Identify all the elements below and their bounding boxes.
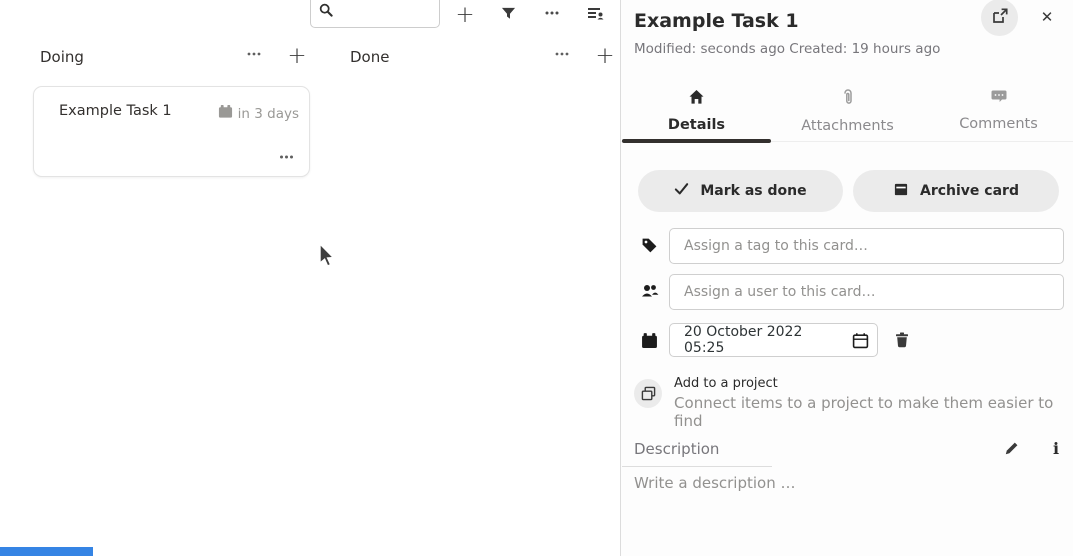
more-icon (554, 46, 570, 66)
due-date-value: 20 October 2022 05:25 (670, 324, 843, 356)
column-doing-add-card-button[interactable]: + (285, 44, 309, 68)
calendar-icon (218, 104, 233, 123)
card-due-date: in 3 days (218, 104, 299, 123)
search-input[interactable] (310, 0, 440, 28)
tab-label: Details (668, 117, 725, 133)
card-due-label: in 3 days (238, 106, 299, 122)
column-doing-more-button[interactable] (242, 44, 266, 68)
add-icon: + (455, 4, 474, 27)
panel-meta: Modified: seconds ago Created: 19 hours … (634, 41, 940, 57)
paperclip-icon (842, 89, 854, 110)
more-icon (246, 46, 262, 66)
card-more-button[interactable] (275, 148, 297, 166)
external-link-icon (992, 8, 1008, 28)
tab-label: Comments (959, 116, 1038, 132)
column-title-doing: Doing (40, 48, 84, 66)
open-calendar-button[interactable] (843, 324, 877, 356)
kanban-board: + Doing + Done + Example Task 1 (0, 0, 620, 556)
open-in-window-button[interactable] (981, 0, 1018, 36)
search-icon (319, 2, 333, 21)
add-to-project-subtitle: Connect items to a project to make them … (674, 394, 1073, 430)
description-label: Description (622, 440, 772, 467)
checkmark-icon (674, 182, 689, 200)
filter-icon (501, 6, 516, 25)
calendar-outline-icon (852, 332, 869, 349)
calendar-icon (641, 332, 658, 349)
remove-due-date-button[interactable] (889, 328, 915, 354)
add-icon: + (595, 45, 614, 68)
sort-by-user-button[interactable] (582, 2, 608, 28)
close-panel-button[interactable]: ✕ (1034, 4, 1060, 30)
description-info-button[interactable]: i (1045, 437, 1067, 459)
info-icon: i (1053, 439, 1059, 458)
column-done-more-button[interactable] (550, 44, 574, 68)
filter-button[interactable] (495, 2, 521, 28)
due-date-field[interactable]: 20 October 2022 05:25 (669, 323, 878, 357)
tag-icon (641, 237, 658, 254)
mouse-cursor (317, 242, 337, 274)
column-title-done: Done (350, 48, 389, 66)
description-placeholder: Write a description … (634, 474, 796, 492)
trash-icon (894, 331, 910, 352)
more-icon (278, 149, 295, 165)
home-icon (688, 89, 705, 109)
column-done-add-card-button[interactable]: + (593, 44, 617, 68)
card-detail-panel: Example Task 1 Modified: seconds ago Cre… (620, 0, 1073, 556)
comment-icon (991, 89, 1007, 108)
archive-icon (893, 182, 909, 201)
tab-attachments[interactable]: Attachments (772, 80, 923, 141)
card-title: Example Task 1 (59, 103, 172, 119)
panel-tabs: Details Attachments Comments (621, 80, 1073, 142)
add-board-item-button[interactable]: + (452, 2, 478, 28)
users-icon (641, 283, 658, 300)
more-icon (544, 5, 560, 25)
bottom-accent-bar (0, 547, 93, 556)
add-icon: + (287, 45, 306, 68)
archive-card-button[interactable]: Archive card (853, 170, 1059, 212)
project-icon (634, 379, 662, 408)
panel-title: Example Task 1 (634, 10, 799, 32)
assign-user-input[interactable] (669, 274, 1064, 310)
close-icon: ✕ (1041, 8, 1054, 26)
tab-comments[interactable]: Comments (923, 80, 1073, 141)
archive-card-label: Archive card (920, 183, 1019, 199)
search-input-field[interactable] (335, 1, 431, 27)
mark-as-done-button[interactable]: Mark as done (638, 170, 843, 212)
board-more-button[interactable] (539, 2, 565, 28)
task-card[interactable]: Example Task 1 in 3 days (33, 86, 310, 177)
add-to-project-row[interactable]: Add to a project Connect items to a proj… (634, 376, 1073, 430)
tab-details[interactable]: Details (621, 80, 772, 141)
edit-description-button[interactable] (1001, 437, 1023, 459)
mark-as-done-label: Mark as done (700, 183, 806, 199)
pencil-icon (1004, 440, 1020, 456)
tab-label: Attachments (801, 118, 894, 134)
add-to-project-title: Add to a project (674, 376, 1073, 391)
sort-by-user-icon (587, 5, 604, 25)
assign-tag-input[interactable] (669, 228, 1064, 264)
